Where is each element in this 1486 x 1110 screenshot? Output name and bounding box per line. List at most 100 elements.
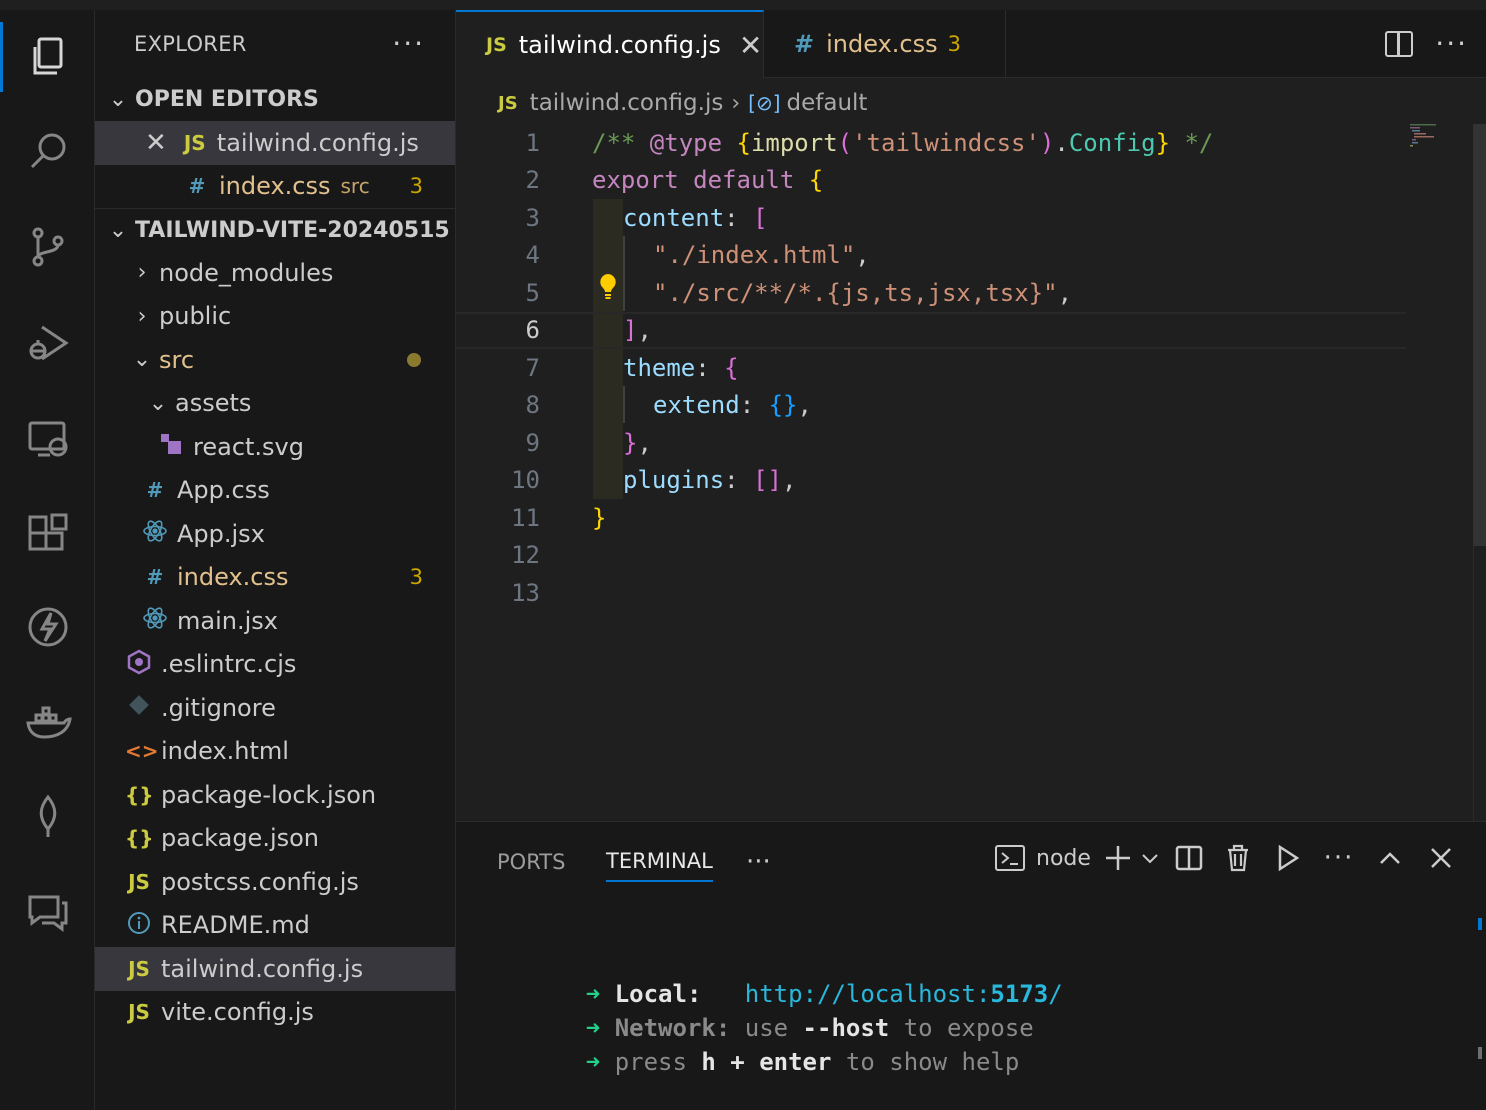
mongodb-leaf-activity-icon[interactable] [0, 782, 95, 852]
info-file-icon [125, 911, 153, 940]
code-line: 11 } [456, 499, 1406, 537]
editor-tabs: JS tailwind.config.js ✕ # index.css 3 ··… [456, 10, 1486, 78]
terminal-scroll-marker [1478, 918, 1482, 930]
line-number: 10 [511, 466, 540, 495]
tree-item-react-svg[interactable]: react.svg [95, 425, 455, 469]
tab-terminal[interactable]: TERMINAL [606, 842, 713, 882]
open-editor-label: index.css [219, 172, 331, 201]
editor-actions: ··· [1385, 10, 1468, 78]
css-file-icon: # [146, 565, 164, 590]
bottom-panel: PORTS TERMINAL ··· node ··· ➜ Local: htt… [456, 821, 1486, 1110]
tree-item-package-lock-json[interactable]: {} package-lock.json [95, 773, 455, 817]
more-actions-icon[interactable]: ··· [1314, 836, 1364, 880]
js-file-icon: JS [128, 1000, 150, 1025]
css-file-icon: # [146, 478, 164, 503]
title-strip [0, 0, 95, 10]
tree-item-gitignore[interactable]: .gitignore [95, 686, 455, 730]
editor-scrollbar-thumb[interactable] [1473, 124, 1486, 546]
chevron-down-icon: ⌄ [148, 390, 168, 416]
chat-activity-icon[interactable] [0, 876, 95, 946]
tree-item-assets[interactable]: ⌄ assets [95, 382, 455, 426]
terminal-line-help: ➜ press h + enter to show help [585, 1048, 1020, 1076]
tree-item-label: assets [175, 389, 252, 418]
tree-item-app-css[interactable]: # App.css [95, 469, 455, 513]
tab-index-css[interactable]: # index.css 3 [764, 10, 1006, 78]
tree-item-public[interactable]: › public [95, 295, 455, 339]
run-icon[interactable] [1262, 836, 1314, 880]
close-tab-icon[interactable]: ✕ [739, 29, 762, 62]
problems-badge: 3 [409, 174, 423, 199]
line-number: 6 [525, 316, 540, 345]
explorer-header: EXPLORER ··· [95, 10, 455, 78]
chevron-right-icon: › [137, 260, 147, 286]
explorer-activity-icon[interactable] [0, 22, 95, 92]
breadcrumb-file[interactable]: tailwind.config.js [530, 90, 724, 116]
tree-item-label: src [159, 345, 195, 374]
tree-item-readme[interactable]: README.md [95, 904, 455, 948]
tree-item-label: react.svg [193, 432, 304, 461]
tree-item-label: index.css [177, 563, 289, 592]
tree-item-app-jsx[interactable]: App.jsx [95, 512, 455, 556]
project-label: TAILWIND-VITE-20240515 [135, 217, 450, 243]
close-icon[interactable]: ✕ [145, 128, 167, 158]
tree-item-label: tailwind.config.js [161, 954, 364, 983]
explorer-more-actions-icon[interactable]: ··· [392, 30, 425, 58]
code-line: 9 }, [456, 424, 1406, 462]
symbol-variable-icon: [⊘] [748, 91, 781, 115]
html-file-icon: <> [125, 739, 159, 764]
js-file-icon: JS [128, 869, 150, 894]
code-line: 1 /** @type {import('tailwindcss').Confi… [456, 124, 1406, 162]
code-editor[interactable]: 1 /** @type {import('tailwindcss').Confi… [456, 124, 1486, 821]
search-activity-icon[interactable] [0, 116, 95, 186]
run-debug-activity-icon[interactable] [0, 308, 95, 378]
explorer-sidebar: EXPLORER ··· ⌄ OPEN EDITORS ✕ JS tailwin… [95, 10, 456, 1110]
tree-item-index-html[interactable]: <> index.html [95, 730, 455, 774]
minimap[interactable] [1410, 124, 1450, 148]
source-control-activity-icon[interactable] [0, 212, 95, 282]
extensions-activity-icon[interactable] [0, 500, 95, 570]
code-line: 7 theme: { [456, 349, 1406, 387]
open-editor-item[interactable]: # index.css src 3 [95, 165, 455, 209]
project-section[interactable]: ⌄ TAILWIND-VITE-20240515 [95, 208, 455, 251]
chevron-down-icon: ⌄ [108, 87, 128, 112]
git-file-icon [125, 693, 153, 722]
tree-item-src[interactable]: ⌄ src [95, 338, 455, 382]
maximize-panel-icon[interactable] [1364, 836, 1416, 880]
breadcrumb-symbol[interactable]: default [787, 90, 868, 116]
tab-ports[interactable]: PORTS [497, 842, 565, 882]
panel-more-icon[interactable]: ··· [746, 842, 771, 882]
remote-explorer-activity-icon[interactable] [0, 404, 95, 474]
docker-activity-icon[interactable] [0, 688, 95, 758]
breadcrumb: JS tailwind.config.js › [⊘] default [456, 80, 1486, 126]
lightbulb-icon[interactable] [597, 272, 619, 302]
tree-item-label: vite.config.js [161, 998, 314, 1027]
terminal-name[interactable]: node [1030, 836, 1100, 880]
trash-icon[interactable] [1214, 836, 1262, 880]
new-terminal-icon[interactable] [1100, 836, 1136, 880]
problems-badge: 3 [409, 565, 423, 590]
tree-item-package-json[interactable]: {} package.json [95, 817, 455, 861]
thunder-client-activity-icon[interactable] [0, 592, 95, 662]
line-number: 8 [525, 391, 540, 420]
chevron-down-icon[interactable] [1136, 836, 1164, 880]
split-editor-icon[interactable] [1385, 31, 1414, 57]
more-actions-icon[interactable]: ··· [1435, 30, 1468, 58]
json-file-icon: {} [125, 782, 154, 807]
tree-item-node-modules[interactable]: › node_modules [95, 251, 455, 295]
tree-item-main-jsx[interactable]: main.jsx [95, 599, 455, 643]
close-panel-icon[interactable] [1416, 836, 1466, 880]
tab-tailwind-config[interactable]: JS tailwind.config.js ✕ [456, 10, 764, 78]
split-terminal-icon[interactable] [1164, 836, 1214, 880]
line-number: 7 [525, 353, 540, 382]
open-editor-item[interactable]: ✕ JS tailwind.config.js [95, 121, 455, 165]
open-editors-section[interactable]: ⌄ OPEN EDITORS [95, 78, 455, 121]
tree-item-tailwind-config[interactable]: JS tailwind.config.js [95, 947, 455, 991]
svg-file-icon [157, 432, 185, 461]
tree-item-postcss-config[interactable]: JS postcss.config.js [95, 860, 455, 904]
tree-item-index-css[interactable]: # index.css 3 [95, 556, 455, 600]
code-line: 3 content: [ [456, 199, 1406, 237]
open-editor-label: tailwind.config.js [216, 128, 419, 157]
tree-item-vite-config[interactable]: JS vite.config.js [95, 991, 455, 1035]
activity-bar [0, 0, 95, 1110]
tree-item-eslintrc[interactable]: .eslintrc.cjs [95, 643, 455, 687]
